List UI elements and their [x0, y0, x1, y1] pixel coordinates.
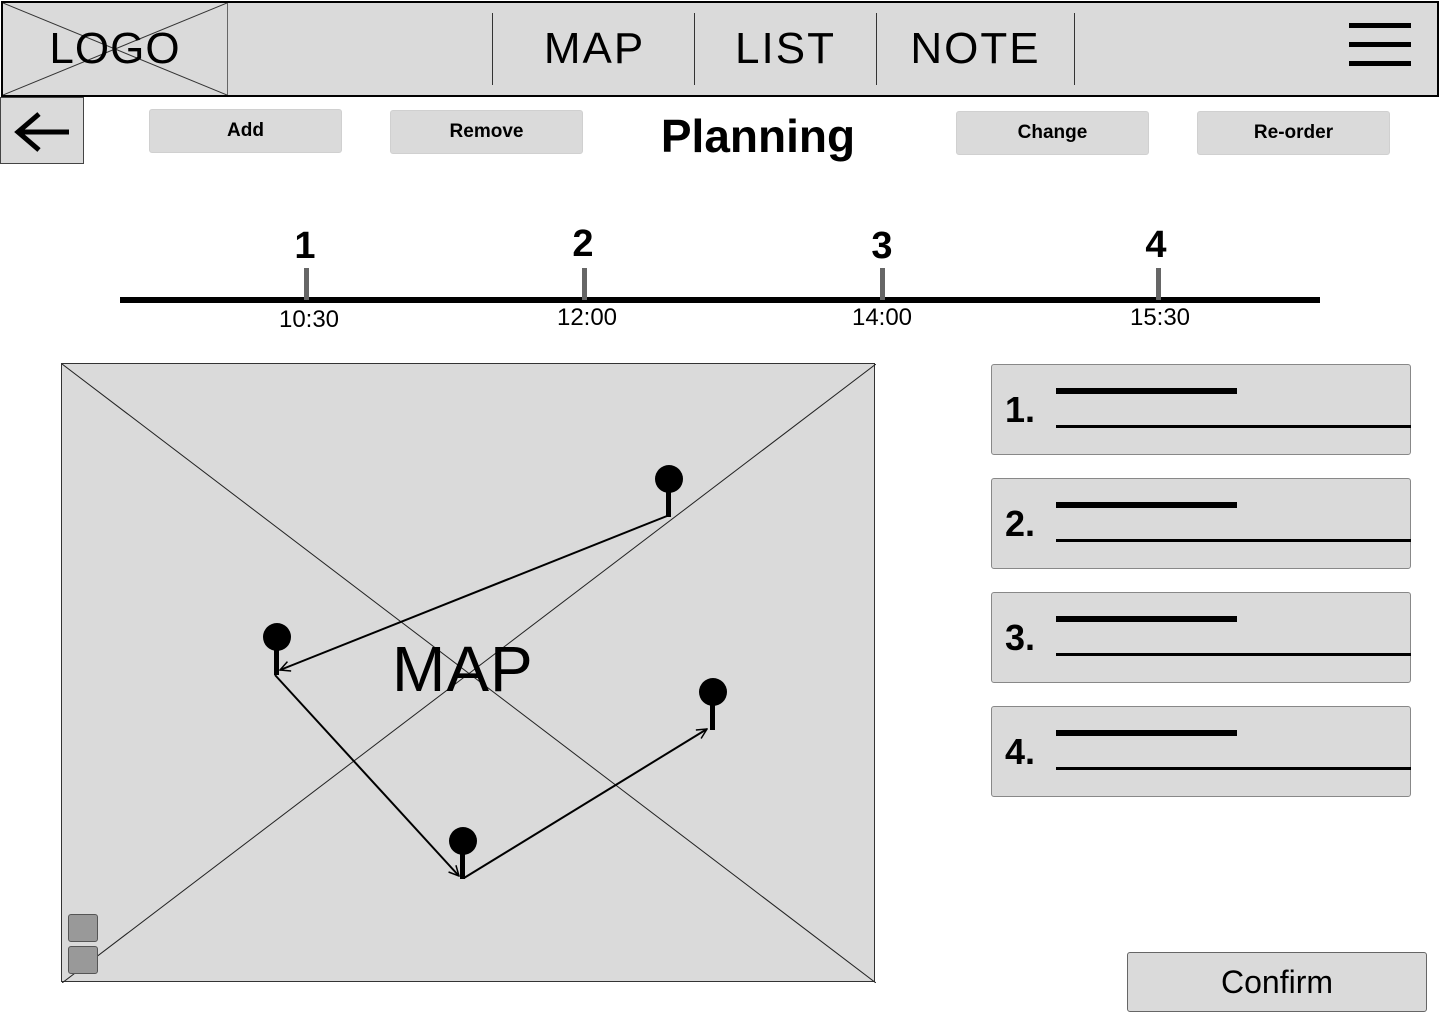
reorder-button[interactable]: Re-order	[1197, 111, 1390, 155]
remove-button[interactable]: Remove	[390, 110, 583, 154]
zoom-in-icon[interactable]	[68, 914, 98, 942]
list-item-number: 1.	[1005, 389, 1036, 430]
list-item-title-line	[1056, 616, 1237, 622]
list-item[interactable]: 2.	[991, 478, 1411, 569]
back-button[interactable]	[0, 97, 84, 164]
timeline-tick[interactable]	[582, 268, 587, 300]
confirm-button[interactable]: Confirm	[1127, 952, 1427, 1012]
list-item-number: 2.	[1005, 503, 1036, 544]
map-pin-icon[interactable]	[699, 678, 727, 730]
nav-map[interactable]: MAP	[493, 3, 696, 95]
arrow-left-icon	[14, 112, 69, 152]
nav-divider	[1074, 13, 1075, 85]
timeline-stop-number: 1	[294, 225, 316, 267]
timeline-stop-time: 14:00	[851, 304, 913, 331]
list-item-number: 4.	[1005, 731, 1036, 772]
map-pin-icon[interactable]	[655, 465, 683, 517]
timeline-stop-number: 3	[871, 225, 893, 267]
map-pin-icon[interactable]	[449, 827, 477, 879]
add-button[interactable]: Add	[149, 109, 342, 153]
timeline-axis	[120, 297, 1320, 303]
list-item-detail-line	[1056, 767, 1411, 770]
logo[interactable]: LOGO	[3, 3, 228, 95]
timeline-stop-time: 15:30	[1129, 304, 1191, 331]
list-item-detail-line	[1056, 539, 1411, 542]
timeline-stop-number: 4	[1145, 224, 1167, 266]
list-item-detail-line	[1056, 653, 1411, 656]
list-item[interactable]: 3.	[991, 592, 1411, 683]
timeline-tick[interactable]	[880, 268, 885, 300]
list-item[interactable]: 4.	[991, 706, 1411, 797]
timeline-tick[interactable]	[304, 268, 309, 300]
top-navigation-bar: LOGO MAP LIST NOTE	[1, 1, 1439, 97]
hamburger-menu-icon[interactable]	[1349, 21, 1411, 69]
list-item-title-line	[1056, 502, 1237, 508]
nav-note[interactable]: NOTE	[877, 3, 1074, 95]
timeline-stop-time: 12:00	[556, 304, 618, 331]
list-item-number: 3.	[1005, 617, 1036, 658]
list-item-detail-line	[1056, 425, 1411, 428]
logo-text: LOGO	[49, 24, 181, 73]
timeline-stop-time: 10:30	[278, 306, 340, 333]
list-item-title-line	[1056, 730, 1237, 736]
map-label: MAP	[392, 633, 534, 705]
page-title: Planning	[660, 110, 856, 162]
timeline-stop-number: 2	[572, 223, 594, 265]
nav-list[interactable]: LIST	[695, 3, 876, 95]
change-button[interactable]: Change	[956, 111, 1149, 155]
list-item-title-line	[1056, 388, 1237, 394]
timeline-tick[interactable]	[1156, 268, 1161, 300]
map-view[interactable]: MAP	[61, 363, 876, 983]
list-item[interactable]: 1.	[991, 364, 1411, 455]
zoom-out-icon[interactable]	[68, 946, 98, 974]
